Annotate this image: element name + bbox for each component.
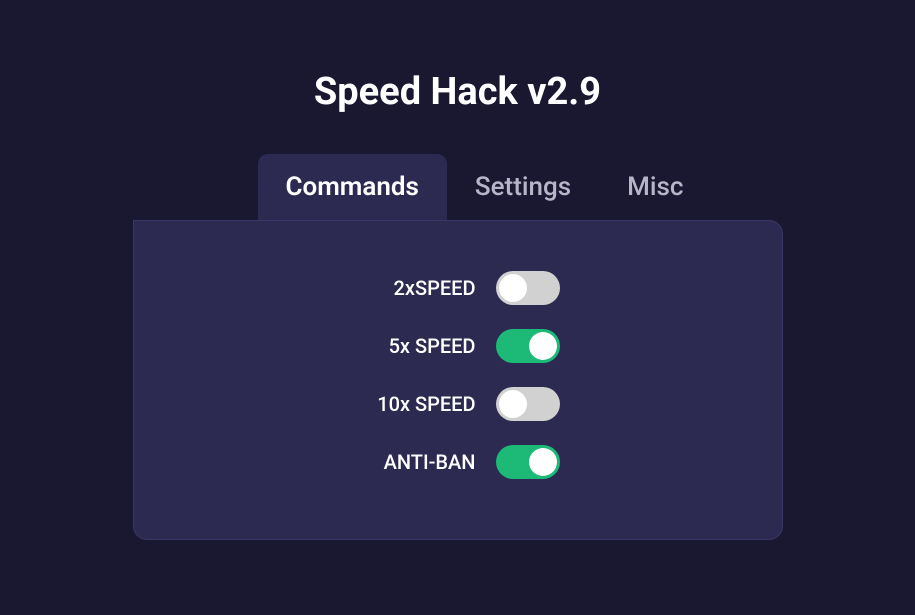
toggle-row-antiban: ANTI-BAN — [174, 445, 742, 479]
tab-misc[interactable]: Misc — [599, 154, 711, 220]
tab-settings[interactable]: Settings — [447, 154, 599, 220]
toggle-5xspeed[interactable] — [496, 329, 560, 363]
app-title: Speed Hack v2.9 — [314, 70, 601, 114]
toggle-antiban[interactable] — [496, 445, 560, 479]
toggle-2xspeed[interactable] — [496, 271, 560, 305]
toggle-row-2xspeed: 2xSPEED — [174, 271, 742, 305]
commands-panel: 2xSPEED 5x SPEED 10x SPEED ANTI-BAN — [133, 220, 783, 540]
toggle-label-antiban: ANTI-BAN — [356, 450, 476, 474]
tab-commands[interactable]: Commands — [258, 154, 447, 220]
toggle-knob — [529, 332, 557, 360]
toggle-row-10xspeed: 10x SPEED — [174, 387, 742, 421]
toggle-10xspeed[interactable] — [496, 387, 560, 421]
toggle-label-2xspeed: 2xSPEED — [356, 276, 476, 300]
panel-wrapper: Commands Settings Misc 2xSPEED 5x SPEED … — [133, 154, 783, 540]
toggle-row-5xspeed: 5x SPEED — [174, 329, 742, 363]
toggle-label-5xspeed: 5x SPEED — [356, 334, 476, 358]
toggle-knob — [529, 448, 557, 476]
toggle-label-10xspeed: 10x SPEED — [356, 392, 476, 416]
toggle-knob — [499, 390, 527, 418]
toggle-knob — [499, 274, 527, 302]
tabs-container: Commands Settings Misc — [133, 154, 712, 220]
